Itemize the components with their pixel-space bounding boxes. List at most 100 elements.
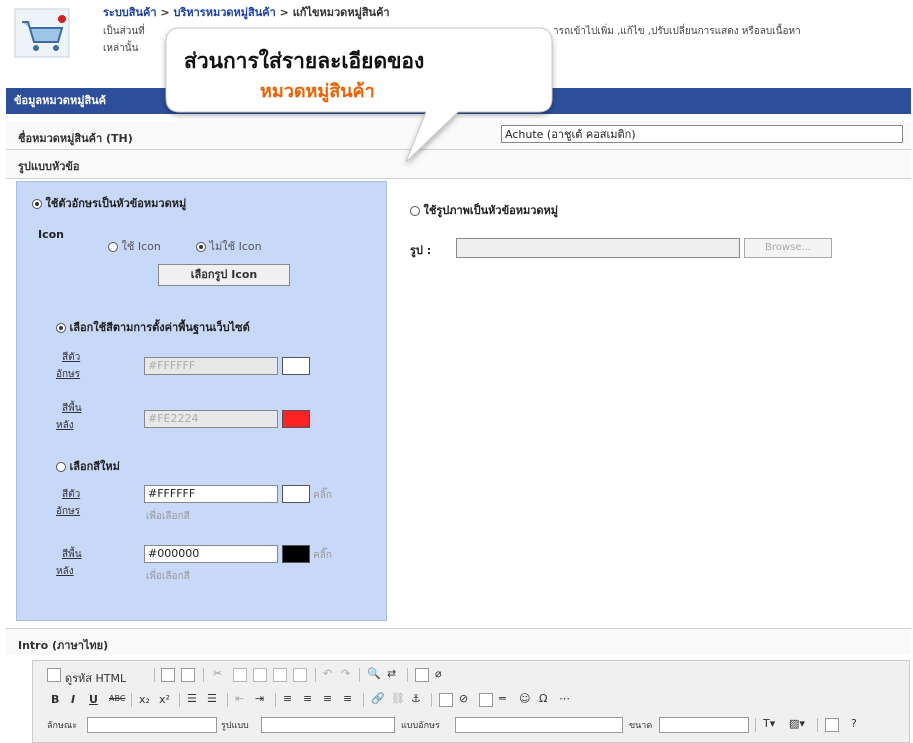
special-char-icon[interactable]: Ω bbox=[539, 692, 547, 705]
default-bg-color-swatch bbox=[282, 410, 310, 428]
callout-title: ส่วนการใส่รายละเอียดของ bbox=[184, 49, 425, 73]
default-bg-color-input: #FE2224 bbox=[144, 410, 278, 428]
format-select[interactable] bbox=[261, 717, 395, 733]
use-icon-radio[interactable] bbox=[108, 242, 118, 252]
page-description: เป็นส่วนที่ bbox=[103, 26, 145, 37]
strikethrough-icon[interactable]: ABC bbox=[109, 694, 125, 703]
find-icon[interactable]: 🔍 bbox=[367, 667, 381, 680]
choose-icon-button[interactable]: เลือกรูป Icon bbox=[158, 264, 290, 286]
replace-icon[interactable]: ⇄ bbox=[387, 667, 396, 680]
new-bg-color-input[interactable]: #000000 bbox=[144, 545, 278, 563]
default-text-color-label: สีตัว bbox=[62, 352, 81, 363]
default-color-option[interactable]: เลือกใช้สีตามการตั้งค่าพื้นฐานเว็บไซต์ bbox=[56, 318, 250, 336]
breadcrumb-link-categories[interactable]: บริหารหมวดหมู่สินค้า bbox=[173, 6, 275, 19]
copy-icon[interactable] bbox=[233, 668, 247, 682]
unlink-icon[interactable]: ⛓ bbox=[391, 692, 405, 705]
new-bg-color-label: สีพื้น bbox=[62, 549, 82, 560]
select-all-icon[interactable] bbox=[415, 668, 429, 682]
toolbar-separator bbox=[275, 693, 276, 707]
remove-format-icon[interactable]: ⌀ bbox=[435, 667, 442, 680]
new-text-color-swatch[interactable] bbox=[282, 485, 310, 503]
new-bg-color-label-2: หลัง bbox=[56, 566, 74, 577]
size-select[interactable] bbox=[659, 717, 749, 733]
new-bg-color-swatch[interactable] bbox=[282, 545, 310, 563]
text-heading-option[interactable]: ใช้ตัวอักษรเป็นหัวข้อหมวดหมู่ bbox=[32, 194, 186, 212]
toolbar-separator bbox=[131, 693, 132, 707]
image-file-input bbox=[456, 238, 740, 258]
indent-icon[interactable]: ⇥ bbox=[255, 692, 264, 705]
source-button[interactable]: ดูรหัส HTML bbox=[65, 669, 126, 687]
link-icon[interactable]: 🔗 bbox=[371, 692, 385, 705]
align-center-icon[interactable]: ≡ bbox=[303, 692, 312, 705]
bullet-list-icon[interactable]: ☰ bbox=[207, 692, 217, 705]
new-page-icon[interactable] bbox=[161, 668, 175, 682]
align-justify-icon[interactable]: ≡ bbox=[343, 692, 352, 705]
use-icon-option[interactable]: ใช้ Icon bbox=[108, 237, 161, 255]
numbered-list-icon[interactable]: ☰ bbox=[187, 692, 197, 705]
cut-icon[interactable]: ✂ bbox=[213, 667, 222, 680]
page-break-icon[interactable]: ⋯ bbox=[559, 692, 570, 705]
image-heading-option[interactable]: ใช้รูปภาพเป็นหัวข้อหมวดหมู่ bbox=[410, 201, 558, 219]
no-icon-radio[interactable] bbox=[196, 242, 206, 252]
style-select[interactable] bbox=[455, 717, 623, 733]
intro-label: Intro (ภาษาไทย) bbox=[18, 639, 109, 652]
toolbar-separator bbox=[407, 668, 408, 682]
italic-icon[interactable]: I bbox=[71, 693, 75, 706]
new-bg-color-hint: เพื่อเลือกสี bbox=[146, 571, 190, 582]
no-icon-option[interactable]: ไม่ใช้ Icon bbox=[196, 237, 262, 255]
underline-icon[interactable]: U bbox=[89, 693, 98, 706]
toolbar-separator bbox=[179, 693, 180, 707]
new-text-color-input[interactable]: #FFFFFF bbox=[144, 485, 278, 503]
size-label: ขนาด bbox=[629, 721, 653, 731]
image-heading-radio[interactable] bbox=[410, 206, 420, 216]
bold-icon[interactable]: B bbox=[51, 693, 59, 706]
help-icon[interactable]: ? bbox=[851, 717, 857, 730]
outdent-icon[interactable]: ⇤ bbox=[235, 692, 244, 705]
toolbar-separator bbox=[315, 668, 316, 682]
preview-icon[interactable] bbox=[181, 668, 195, 682]
smiley-icon[interactable]: ☺ bbox=[519, 692, 530, 705]
align-right-icon[interactable]: ≡ bbox=[323, 692, 332, 705]
anchor-icon[interactable]: ⚓ bbox=[411, 692, 421, 705]
toolbar-separator bbox=[359, 668, 360, 682]
browse-button: Browse... bbox=[744, 238, 832, 258]
font-select[interactable] bbox=[87, 717, 217, 733]
text-heading-radio[interactable] bbox=[32, 199, 42, 209]
image-icon[interactable] bbox=[439, 693, 453, 707]
breadcrumb-current: แก้ไขหมวดหมู่สินค้า bbox=[292, 6, 390, 19]
font-label: ลักษณะ bbox=[47, 721, 78, 731]
subscript-icon[interactable]: x₂ bbox=[139, 693, 150, 706]
paste-text-icon[interactable] bbox=[273, 668, 287, 682]
default-bg-color-label: สีพื้น bbox=[62, 403, 82, 414]
default-bg-color-label-2: หลัง bbox=[56, 420, 74, 431]
text-color-icon[interactable]: T▾ bbox=[763, 717, 775, 730]
new-bg-color-click-hint: คลิ๊ก bbox=[313, 550, 332, 561]
toolbar-separator bbox=[203, 668, 204, 682]
toolbar-separator bbox=[227, 693, 228, 707]
intro-row bbox=[6, 628, 911, 655]
toolbar-separator bbox=[755, 718, 756, 732]
table-icon[interactable] bbox=[479, 693, 493, 707]
heading-format-label: รูปแบบหัวข้อ bbox=[18, 160, 80, 173]
category-name-label: ชื่อหมวดหมู่สินค้า (TH) bbox=[18, 132, 133, 145]
breadcrumb-link-products[interactable]: ระบบสินค้า bbox=[103, 6, 157, 19]
category-name-input[interactable]: Achute (อาชูเต้ คอสเมติก) bbox=[501, 125, 903, 143]
undo-icon[interactable]: ↶ bbox=[323, 667, 332, 680]
new-color-radio[interactable] bbox=[56, 462, 66, 472]
maximize-icon[interactable] bbox=[825, 718, 839, 732]
flash-icon[interactable]: ⊘ bbox=[459, 692, 468, 705]
default-text-color-swatch bbox=[282, 357, 310, 375]
horizontal-rule-icon[interactable]: ═ bbox=[499, 692, 506, 705]
superscript-icon[interactable]: x² bbox=[159, 693, 170, 706]
align-left-icon[interactable]: ≡ bbox=[283, 692, 292, 705]
page-description-line2: เหล่านั้น bbox=[103, 43, 139, 54]
callout-subtitle: หมวดหมู่สินค้า bbox=[260, 81, 375, 102]
paste-icon[interactable] bbox=[253, 668, 267, 682]
default-text-color-label-2: อักษร bbox=[56, 369, 81, 380]
bg-color-icon[interactable]: ▨▾ bbox=[789, 717, 805, 730]
paste-word-icon[interactable] bbox=[293, 668, 307, 682]
source-icon[interactable] bbox=[47, 668, 61, 682]
redo-icon[interactable]: ↷ bbox=[341, 667, 350, 680]
default-color-radio[interactable] bbox=[56, 323, 66, 333]
new-color-option[interactable]: เลือกสีใหม่ bbox=[56, 457, 120, 475]
